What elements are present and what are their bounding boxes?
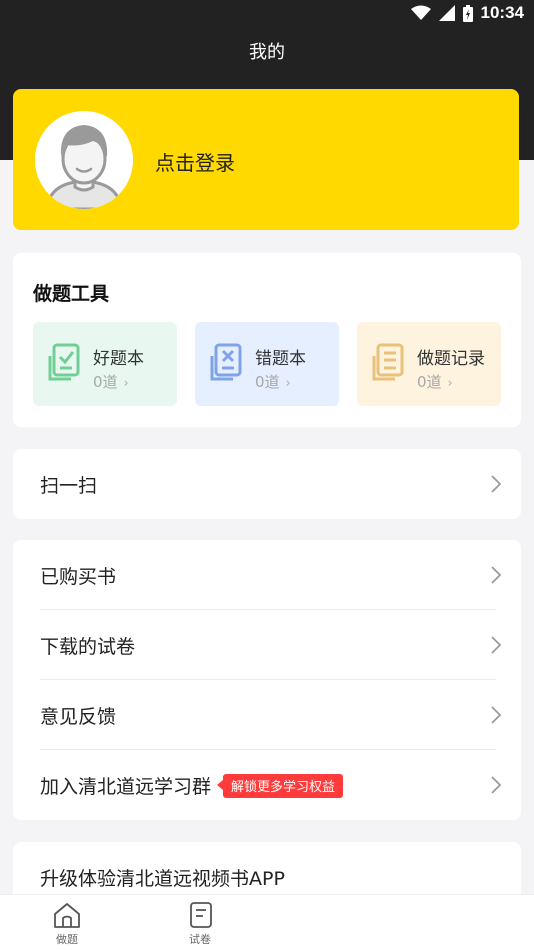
avatar[interactable] xyxy=(35,111,133,209)
x-doc-icon xyxy=(207,342,247,386)
chevron-right-icon: › xyxy=(447,376,453,391)
tab-label: 试卷 xyxy=(189,933,211,946)
row-label: 已购买书 xyxy=(40,566,117,588)
check-doc-icon xyxy=(45,342,85,386)
default-avatar-icon xyxy=(35,111,133,209)
chevron-right-icon xyxy=(491,776,502,798)
tool-count: 0道 xyxy=(417,373,442,391)
promo-badge: 解锁更多学习权益 xyxy=(217,773,344,798)
row-label: 意见反馈 xyxy=(40,706,117,728)
menu-item-downloaded-papers[interactable]: 下载的试卷 xyxy=(13,610,521,680)
paper-icon xyxy=(170,901,230,929)
tools-title: 做题工具 xyxy=(33,283,110,305)
chevron-right-icon xyxy=(491,475,502,497)
row-label: 扫一扫 xyxy=(40,475,98,497)
row-label: 加入清北道远学习群 xyxy=(40,776,212,798)
tab-label: 做题 xyxy=(56,933,78,946)
menu-card: 已购买书 下载的试卷 意见反馈 加入清北道远学习群 解锁更多学习权益 xyxy=(13,540,521,820)
tool-count: 0道 xyxy=(255,373,280,391)
menu-item-feedback[interactable]: 意见反馈 xyxy=(13,680,521,750)
chevron-right-icon xyxy=(491,566,502,588)
login-card[interactable]: 点击登录 xyxy=(13,89,519,230)
chevron-right-icon xyxy=(491,706,502,728)
row-label-wrap: 加入清北道远学习群 解锁更多学习权益 xyxy=(40,772,344,800)
chevron-right-icon: › xyxy=(123,376,129,391)
battery-icon xyxy=(462,4,473,22)
wifi-icon xyxy=(410,5,431,21)
row-label: 升级体验清北道远视频书APP xyxy=(40,868,285,890)
record-doc-icon xyxy=(369,342,409,386)
scan-row[interactable]: 扫一扫 xyxy=(13,449,521,519)
tab-practice[interactable]: 做题 xyxy=(37,901,97,947)
tool-count: 0道 xyxy=(93,373,118,391)
chevron-right-icon xyxy=(491,636,502,658)
tool-label: 好题本 xyxy=(93,349,144,369)
tool-practice-record[interactable]: 做题记录 0道 › xyxy=(357,322,501,406)
tool-good-questions[interactable]: 好题本 0道 › xyxy=(33,322,177,406)
signal-icon xyxy=(438,5,455,21)
home-icon xyxy=(37,901,97,929)
page-title: 我的 xyxy=(249,42,285,63)
scan-card: 扫一扫 xyxy=(13,449,521,519)
tab-bar: 做题 试卷 xyxy=(0,894,534,950)
tools-card: 做题工具 好题本 0道 › 错题本 0道 › 做题记录 0道 › xyxy=(13,253,521,427)
menu-item-join-group[interactable]: 加入清北道远学习群 解锁更多学习权益 xyxy=(13,750,521,820)
tab-papers[interactable]: 试卷 xyxy=(170,901,230,947)
login-button[interactable]: 点击登录 xyxy=(155,147,235,176)
tool-wrong-questions[interactable]: 错题本 0道 › xyxy=(195,322,339,406)
status-time: 10:34 xyxy=(480,3,524,22)
tool-label: 错题本 xyxy=(255,349,306,369)
row-label: 下载的试卷 xyxy=(40,636,136,658)
status-bar: 10:34 xyxy=(0,0,534,28)
chevron-right-icon: › xyxy=(285,376,291,391)
menu-item-purchased-books[interactable]: 已购买书 xyxy=(13,540,521,610)
tool-label: 做题记录 xyxy=(417,349,485,369)
